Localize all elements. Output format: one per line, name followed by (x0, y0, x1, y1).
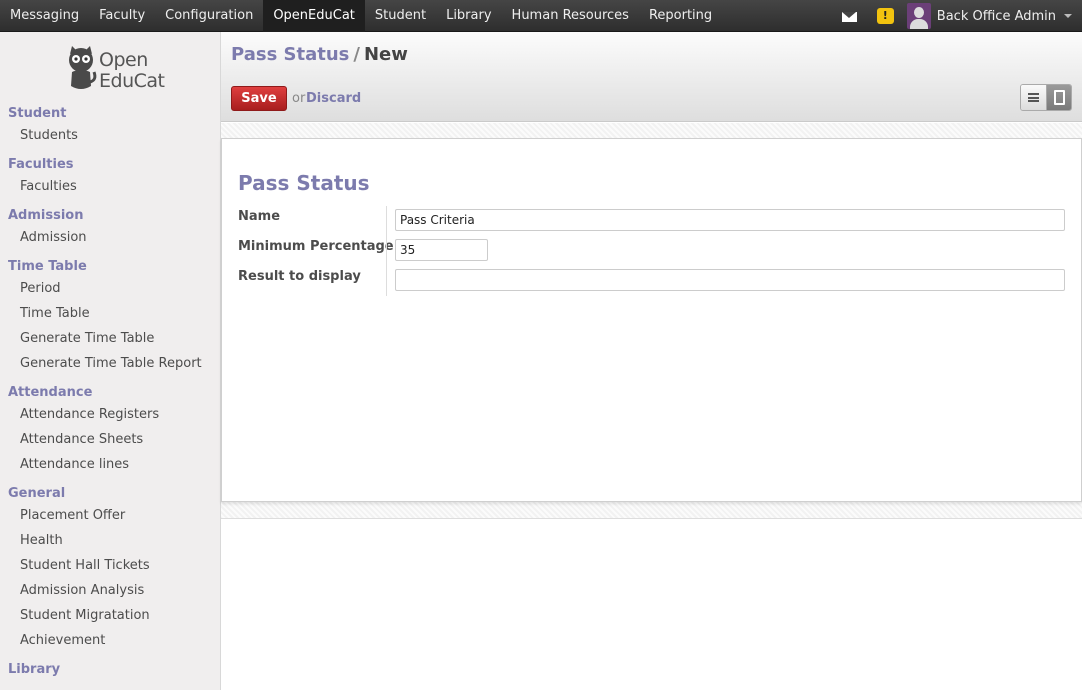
result-to-display-label: Result to display (238, 269, 361, 284)
or-text: or (292, 91, 306, 106)
sidebar-section-general: General (8, 486, 66, 501)
sidebar-section-faculties: Faculties (8, 157, 74, 172)
list-icon (1028, 93, 1039, 102)
breadcrumb: Pass Status / New (231, 44, 408, 65)
minimum-percentage-label: Minimum Percentage (238, 239, 394, 254)
menu-messaging[interactable]: Messaging (0, 0, 89, 32)
menu-configuration[interactable]: Configuration (155, 0, 263, 32)
field-divider (386, 206, 387, 296)
sidebar: Open EduCat Student Students Faculties F… (0, 32, 221, 690)
topbar-right: ! Back Office Admin (841, 0, 1082, 32)
form-title: Pass Status (238, 171, 370, 195)
sidebar-item-generate-time-table[interactable]: Generate Time Table (20, 331, 154, 346)
top-navbar: Messaging Faculty Configuration OpenEduC… (0, 0, 1082, 32)
sidebar-item-attendance-sheets[interactable]: Attendance Sheets (20, 432, 143, 447)
menu-human-resources[interactable]: Human Resources (502, 0, 639, 32)
form-icon (1054, 90, 1065, 105)
control-panel: Pass Status / New Save or Discard (221, 32, 1082, 122)
menu-openeducat[interactable]: OpenEduCat (263, 0, 365, 32)
cat-logo-icon (69, 46, 97, 89)
result-to-display-field[interactable] (395, 269, 1065, 291)
sidebar-item-placement-offer[interactable]: Placement Offer (20, 508, 125, 523)
logo-text-line2: EduCat (99, 70, 165, 92)
sidebar-item-attendance-lines[interactable]: Attendance lines (20, 457, 129, 472)
menu-reporting[interactable]: Reporting (639, 0, 722, 32)
name-label: Name (238, 209, 281, 224)
sidebar-section-admission: Admission (8, 208, 84, 223)
sidebar-item-student-migratation[interactable]: Student Migratation (20, 608, 150, 623)
user-menu-name[interactable]: Back Office Admin (937, 9, 1056, 24)
view-switcher (1020, 84, 1072, 111)
logo-text: Open EduCat (99, 49, 165, 92)
openeducat-logo: Open EduCat (64, 46, 165, 94)
logo-text-line1: Open (99, 49, 148, 71)
breadcrumb-parent-link[interactable]: Pass Status (231, 44, 349, 65)
sidebar-item-health[interactable]: Health (20, 533, 63, 548)
sidebar-item-generate-time-table-report[interactable]: Generate Time Table Report (20, 356, 202, 371)
list-view-button[interactable] (1021, 85, 1046, 110)
sidebar-item-achievement[interactable]: Achievement (20, 633, 105, 648)
form-sheet: Pass Status Name Minimum Percentage Resu… (221, 138, 1082, 502)
save-button[interactable]: Save (231, 86, 287, 111)
mail-icon[interactable] (841, 12, 857, 22)
chevron-down-icon[interactable] (1064, 14, 1072, 18)
avatar[interactable] (906, 3, 931, 29)
form-view-button[interactable] (1046, 85, 1071, 110)
sidebar-item-students[interactable]: Students (20, 128, 78, 143)
sidebar-item-faculties[interactable]: Faculties (20, 179, 77, 194)
warning-icon[interactable]: ! (876, 8, 894, 24)
breadcrumb-separator: / (353, 44, 360, 65)
menu-faculty[interactable]: Faculty (89, 0, 155, 32)
sidebar-item-admission-analysis[interactable]: Admission Analysis (20, 583, 144, 598)
sidebar-section-time-table: Time Table (8, 259, 87, 274)
sidebar-item-period[interactable]: Period (20, 281, 61, 296)
main-menu: Messaging Faculty Configuration OpenEduC… (0, 0, 722, 32)
sheet-bottom-strip (221, 502, 1082, 519)
menu-library[interactable]: Library (436, 0, 501, 32)
sidebar-section-attendance: Attendance (8, 385, 93, 400)
sidebar-item-student-hall-tickets[interactable]: Student Hall Tickets (20, 558, 150, 573)
discard-link[interactable]: Discard (306, 91, 361, 106)
breadcrumb-current: New (363, 44, 408, 65)
sidebar-item-time-table[interactable]: Time Table (20, 306, 90, 321)
sidebar-section-library: Library (8, 662, 61, 677)
name-field[interactable]: Pass Criteria (395, 209, 1065, 231)
sidebar-item-attendance-registers[interactable]: Attendance Registers (20, 407, 159, 422)
main-content: Pass Status / New Save or Discard Pass Sta… (221, 32, 1082, 690)
menu-student[interactable]: Student (365, 0, 436, 32)
minimum-percentage-field[interactable]: 35 (395, 239, 488, 261)
sidebar-item-admission[interactable]: Admission (20, 230, 87, 245)
sidebar-section-student: Student (8, 106, 67, 121)
